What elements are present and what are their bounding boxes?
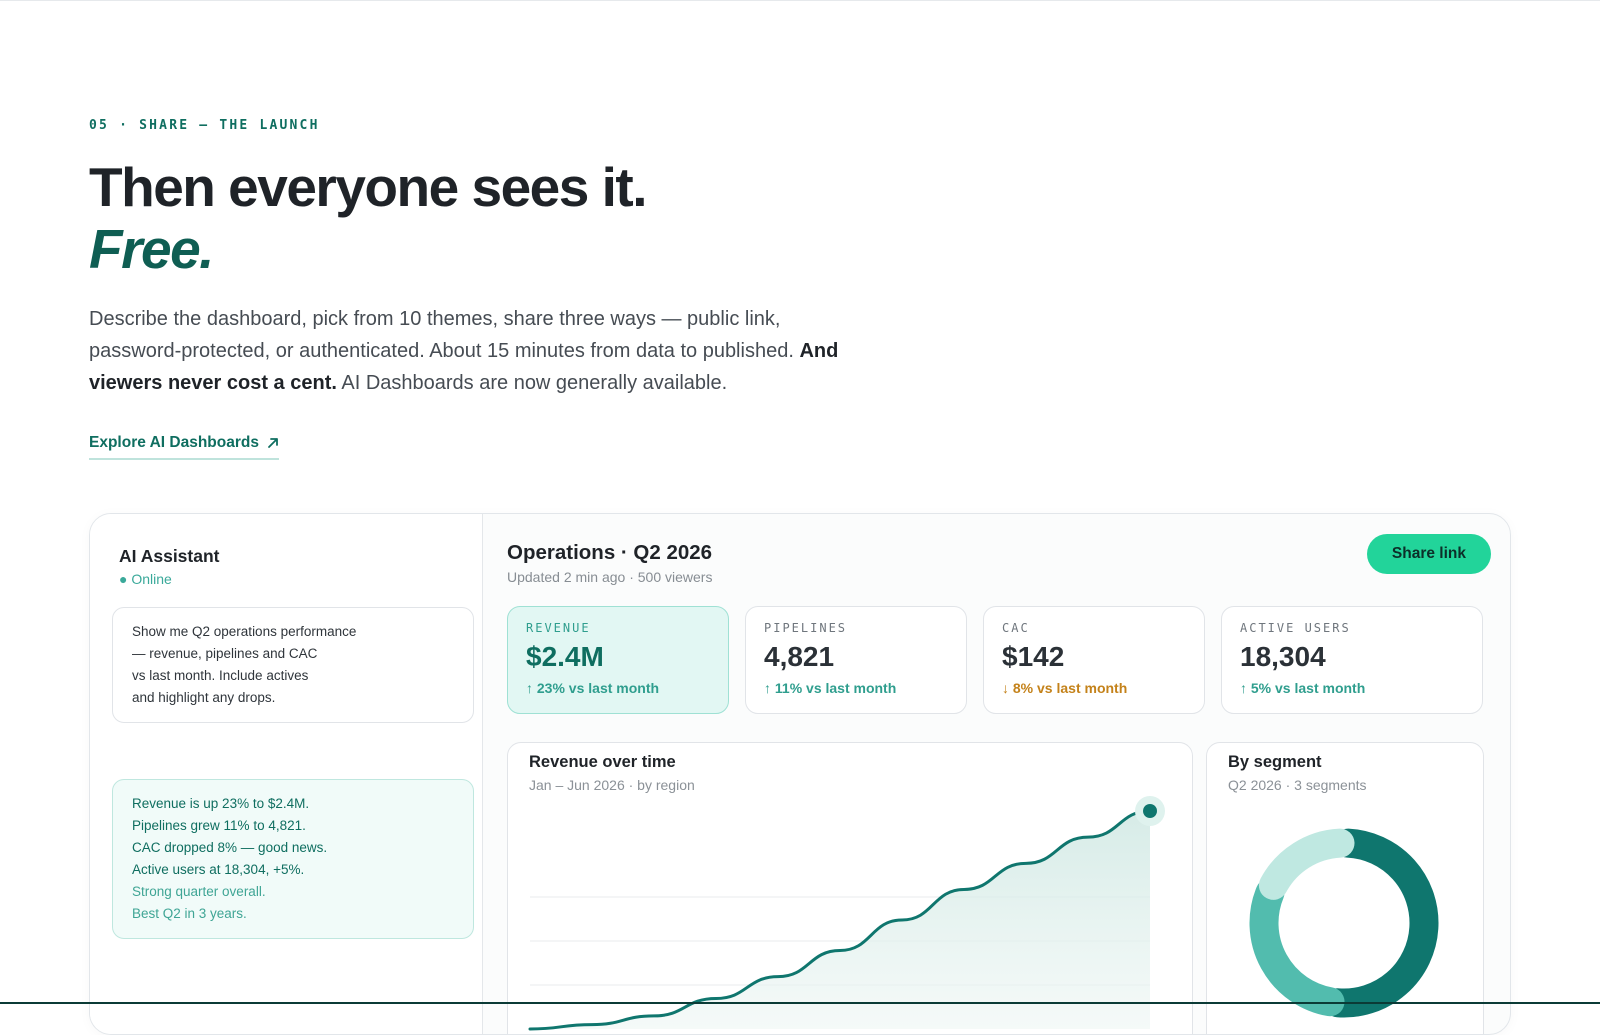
user-message-line: Show me Q2 operations performance — [132, 624, 357, 639]
revenue-endpoint-marker — [1143, 804, 1157, 818]
chart-title: Revenue over time — [529, 753, 676, 771]
user-message-line: and highlight any drops. — [132, 690, 276, 705]
dashboard-subtitle: Updated 2 min ago · 500 viewers — [507, 569, 713, 585]
page-headline: Then everyone sees it. Free. — [89, 156, 648, 280]
kpi-delta: ↓ 8% vs last month — [1002, 680, 1128, 696]
user-message-line: vs last month. Include actives — [132, 668, 309, 683]
segment-slice — [1323, 828, 1439, 1018]
revenue-area-fill — [530, 811, 1150, 1029]
kpi-value: 18,304 — [1240, 641, 1326, 672]
top-divider — [0, 0, 1600, 1]
kpi-delta: ↑ 23% vs last month — [526, 680, 660, 696]
ai-message-line: Active users at 18,304, +5%. — [132, 862, 305, 877]
dashboard-main: Operations · Q2 2026 Updated 2 min ago ·… — [483, 514, 1510, 1034]
segment-slice — [1249, 878, 1345, 1017]
chart-title: By segment — [1228, 753, 1322, 771]
kpi-label: PIPELINES — [764, 621, 848, 635]
lede-end: AI Dashboards are now generally availabl… — [336, 372, 728, 394]
kpi-card-pipelines[interactable]: PIPELINES 4,821 ↑ 11% vs last month — [745, 606, 967, 714]
chart-subtitle: Jan – Jun 2026 · by region — [529, 777, 695, 793]
assistant-status: ● Online — [119, 571, 172, 587]
ai-message-line: Revenue is up 23% to $2.4M. — [132, 796, 310, 811]
segment-chart-panel: By segment Q2 2026 · 3 segments — [1206, 742, 1484, 1034]
user-message-line: — revenue, pipelines and CAC — [132, 646, 318, 661]
kpi-value: $142 — [1002, 641, 1065, 672]
kpi-card-revenue[interactable]: REVENUE $2.4M ↑ 23% vs last month — [507, 606, 729, 714]
kpi-value: $2.4M — [526, 641, 604, 672]
lede-start: Describe the dashboard, pick from 10 the… — [89, 308, 800, 362]
hero-description: Describe the dashboard, pick from 10 the… — [89, 303, 869, 399]
kpi-value: 4,821 — [764, 641, 835, 672]
headline-accent: Free. — [89, 218, 214, 280]
segment-slice — [1258, 828, 1355, 900]
kpi-delta: ↑ 11% vs last month — [764, 680, 897, 696]
revenue-chart-panel: Revenue over time Jan – Jun 2026 · by re… — [507, 742, 1193, 1034]
arrow-up-right-icon — [268, 438, 278, 448]
cta-label: Explore AI Dashboards — [89, 434, 259, 451]
ai-message-line: Strong quarter overall. — [132, 884, 266, 899]
kpi-card-active-users[interactable]: ACTIVE USERS 18,304 ↑ 5% vs last month — [1221, 606, 1483, 714]
dashboard-title: Operations · Q2 2026 — [507, 541, 713, 564]
chart-subtitle: Q2 2026 · 3 segments — [1228, 777, 1367, 793]
explore-ai-dashboards-link[interactable]: Explore AI Dashboards — [89, 434, 279, 460]
dashboard-preview-card: AI Assistant ● Online Show me Q2 operati… — [89, 513, 1511, 1035]
ai-response-bubble: Revenue is up 23% to $2.4M. Pipelines gr… — [112, 779, 474, 939]
ai-assistant-panel: AI Assistant ● Online Show me Q2 operati… — [90, 514, 483, 1034]
kpi-label: ACTIVE USERS — [1240, 621, 1351, 635]
kpi-label: CAC — [1002, 621, 1030, 635]
ai-message-line: CAC dropped 8% — good news. — [132, 840, 328, 855]
share-link-button[interactable]: Share link — [1366, 534, 1491, 574]
headline-main: Then everyone sees it. — [89, 156, 648, 218]
kpi-card-cac[interactable]: CAC $142 ↓ 8% vs last month — [983, 606, 1205, 714]
section-eyebrow: 05 · SHARE — THE LAUNCH — [89, 118, 320, 133]
ai-message-line: Best Q2 in 3 years. — [132, 906, 247, 921]
assistant-title: AI Assistant — [119, 546, 220, 566]
kpi-delta: ↑ 5% vs last month — [1240, 680, 1366, 696]
kpi-label: REVENUE — [526, 621, 591, 635]
ai-message-line: Pipelines grew 11% to 4,821. — [132, 818, 306, 833]
user-message-bubble: Show me Q2 operations performance — reve… — [112, 607, 474, 723]
